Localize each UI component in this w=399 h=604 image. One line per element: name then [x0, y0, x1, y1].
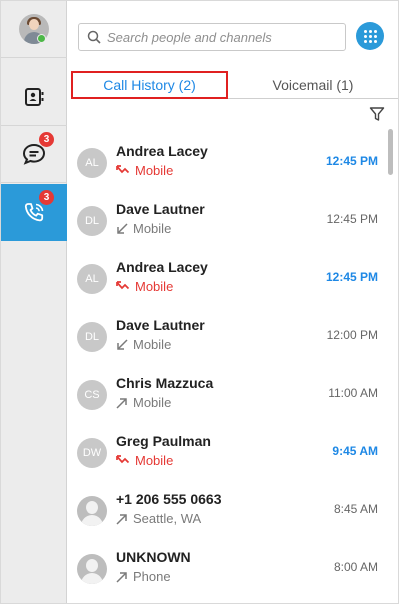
call-time: 12:00 PM — [326, 328, 378, 342]
call-history-row[interactable]: +1 206 555 0663 Seattle, WA 8:45 AM — [68, 482, 386, 540]
call-detail: Phone — [116, 569, 171, 584]
call-history-row[interactable]: AL Andrea Lacey Mobile 12:45 PM — [68, 134, 386, 192]
call-detail: Mobile — [116, 279, 173, 294]
call-detail: Mobile — [116, 395, 171, 410]
missed-call-icon — [116, 280, 130, 289]
outgoing-call-icon — [116, 571, 127, 583]
avatar — [77, 554, 107, 584]
call-time: 8:00 AM — [333, 560, 378, 574]
caller-name: Greg Paulman — [116, 433, 211, 449]
caller-name: Dave Lautner — [116, 201, 205, 217]
tab-call-history[interactable]: Call History (2) — [71, 71, 228, 99]
call-history-row[interactable]: DL Dave Lautner Mobile 12:00 PM — [68, 308, 386, 366]
call-detail-label: Mobile — [133, 395, 172, 410]
scrollbar[interactable] — [388, 129, 393, 175]
avatar: DL — [77, 322, 107, 352]
presence-indicator — [37, 34, 46, 43]
tab-voicemail[interactable]: Voicemail (1) — [228, 71, 398, 99]
missed-call-icon — [116, 454, 130, 463]
call-time: 12:45 PM — [325, 154, 378, 168]
call-detail-label: Mobile — [135, 163, 174, 178]
call-time: 12:45 PM — [326, 212, 378, 226]
caller-name: UNKNOWN — [116, 549, 191, 565]
incoming-call-icon — [117, 338, 128, 350]
avatar: AL — [77, 264, 107, 294]
missed-call-icon — [116, 164, 130, 173]
main-panel: Search people and channels Call History … — [68, 1, 398, 603]
caller-name: +1 206 555 0663 — [116, 491, 222, 507]
avatar: DL — [77, 206, 107, 236]
left-rail: 3 3 — [1, 1, 67, 603]
search-icon — [87, 30, 101, 44]
call-history-row[interactable]: UNKNOWN Phone 8:00 AM — [68, 540, 386, 598]
contacts-icon — [25, 88, 44, 106]
filter-icon[interactable] — [369, 106, 385, 122]
call-history-row[interactable]: DW Greg Paulman Mobile 9:45 AM — [68, 424, 386, 482]
call-detail-label: Mobile — [133, 221, 172, 236]
call-detail: Mobile — [116, 221, 171, 236]
caller-name: Andrea Lacey — [116, 143, 208, 159]
avatar: CS — [77, 380, 107, 410]
call-time: 9:45 AM — [332, 444, 378, 458]
calls-badge: 3 — [39, 190, 54, 205]
dialpad-button[interactable] — [356, 22, 384, 50]
chat-button[interactable]: 3 — [1, 126, 67, 183]
avatar: DW — [77, 438, 107, 468]
call-history-row[interactable]: AL Andrea Lacey Mobile 12:45 PM — [68, 250, 386, 308]
call-detail: Mobile — [116, 163, 173, 178]
incoming-call-icon — [117, 222, 128, 234]
call-time: 12:45 PM — [325, 270, 378, 284]
call-detail-label: Mobile — [135, 453, 174, 468]
calls-button[interactable]: 3 — [1, 184, 67, 241]
chat-badge: 3 — [39, 132, 54, 147]
call-history-row[interactable]: CS Chris Mazzuca Mobile 11:00 AM — [68, 366, 386, 424]
tab-bar: Call History (2) Voicemail (1) — [68, 71, 398, 99]
call-detail-label: Seattle, WA — [133, 511, 202, 526]
call-history-row[interactable]: DL Dave Lautner Mobile 12:45 PM — [68, 192, 386, 250]
call-detail-label: Mobile — [135, 279, 174, 294]
caller-name: Andrea Lacey — [116, 259, 208, 275]
avatar — [77, 496, 107, 526]
call-detail: Mobile — [116, 453, 173, 468]
outgoing-call-icon — [116, 513, 127, 525]
search-input[interactable]: Search people and channels — [78, 23, 346, 51]
call-time: 11:00 AM — [328, 386, 378, 400]
call-detail-label: Mobile — [133, 337, 172, 352]
search-placeholder: Search people and channels — [107, 29, 272, 45]
caller-name: Chris Mazzuca — [116, 375, 214, 391]
caller-name: Dave Lautner — [116, 317, 205, 333]
outgoing-call-icon — [116, 397, 127, 409]
contacts-button[interactable] — [1, 69, 67, 126]
call-detail-label: Phone — [133, 569, 171, 584]
call-detail: Mobile — [116, 337, 171, 352]
call-time: 8:45 AM — [333, 502, 378, 516]
call-detail: Seattle, WA — [116, 511, 201, 526]
avatar: AL — [77, 148, 107, 178]
profile-button[interactable] — [1, 1, 67, 58]
